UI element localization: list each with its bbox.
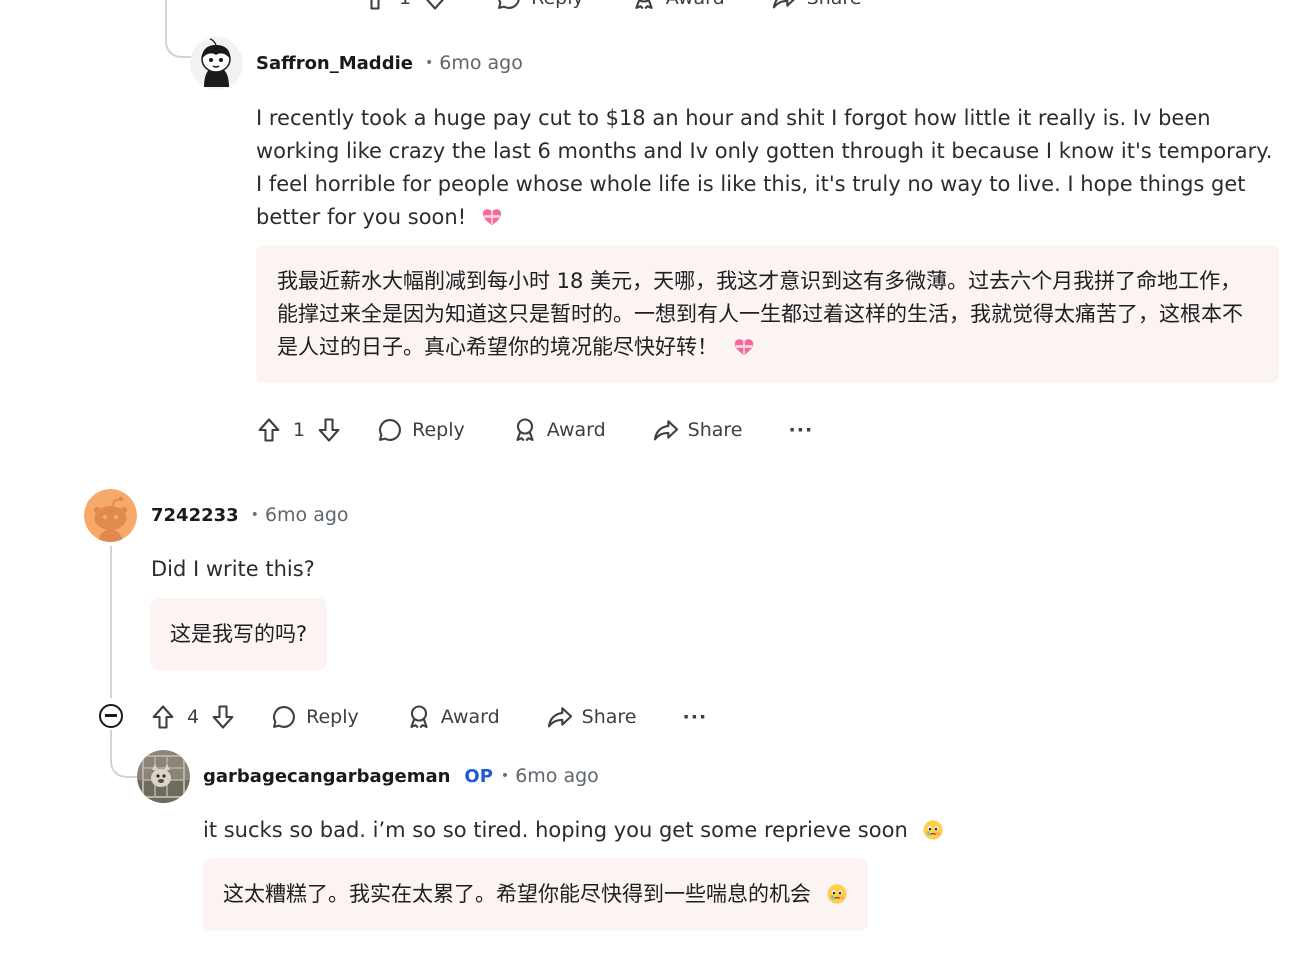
comment-meta: 7242233 • 6mo ago <box>151 504 349 526</box>
upvote-icon[interactable] <box>149 703 177 731</box>
heart-gift-emoji-icon <box>481 206 503 228</box>
comment-body: Did I write this? <box>151 553 315 586</box>
upvote-icon[interactable] <box>361 0 389 12</box>
award-icon <box>630 0 658 12</box>
award-label: Award <box>666 0 725 9</box>
username[interactable]: 7242233 <box>151 505 239 526</box>
award-icon <box>511 416 539 444</box>
comment-text: it sucks so bad. i’m so so tired. hoping… <box>203 818 908 842</box>
comment-meta: garbagecangarbageman OP • 6mo ago <box>203 765 599 787</box>
translation-text: 这太糟糕了。我实在太累了。希望你能尽快得到一些喘息的机会 <box>223 882 811 906</box>
comment-icon <box>495 0 523 12</box>
reply-label: Reply <box>306 706 359 728</box>
comment-text: I recently took a huge pay cut to $18 an… <box>256 106 1273 229</box>
comment-action-bar: 4 Reply Award Share ··· <box>149 703 707 731</box>
share-button[interactable]: Share <box>771 0 862 12</box>
heart-gift-emoji-icon <box>733 336 755 358</box>
share-button[interactable]: Share <box>652 416 743 444</box>
avatar[interactable] <box>84 489 137 542</box>
translation-text: 这是我写的吗? <box>170 622 308 646</box>
share-button[interactable]: Share <box>546 703 637 731</box>
timestamp[interactable]: 6mo ago <box>265 504 349 526</box>
more-options-button[interactable]: ··· <box>908 0 933 9</box>
thread-line-7242233 <box>110 546 112 698</box>
award-label: Award <box>440 706 500 728</box>
share-icon <box>652 416 680 444</box>
more-options-button[interactable]: ··· <box>789 419 814 441</box>
comment-icon <box>376 416 404 444</box>
vote-count: 1 <box>399 0 411 9</box>
award-button[interactable]: Award <box>405 703 500 731</box>
vote-count: 1 <box>293 419 306 441</box>
timestamp[interactable]: 6mo ago <box>439 52 523 74</box>
translation-box: 我最近薪水大幅削减到每小时 18 美元，天哪，我这才意识到这有多微薄。过去六个月… <box>256 245 1279 383</box>
comment-body: I recently took a huge pay cut to $18 an… <box>256 102 1276 234</box>
reply-button[interactable]: Reply <box>495 0 584 12</box>
reply-label: Reply <box>412 419 465 441</box>
downvote-icon[interactable] <box>209 703 237 731</box>
reply-label: Reply <box>531 0 584 9</box>
award-label: Award <box>546 419 606 441</box>
comment-action-bar: 1 Reply Award Share ··· <box>255 416 813 444</box>
username[interactable]: garbagecangarbageman <box>203 766 450 787</box>
separator-dot: • <box>424 55 434 71</box>
share-label: Share <box>687 419 743 441</box>
share-icon <box>771 0 799 12</box>
comment-meta: Saffron_Maddie • 6mo ago <box>256 52 523 74</box>
downvote-icon[interactable] <box>421 0 449 12</box>
thread-curve-top <box>165 16 191 58</box>
translation-box: 这是我写的吗? <box>150 598 328 670</box>
downvote-icon[interactable] <box>315 416 343 444</box>
thread-curve-reply <box>110 730 138 778</box>
comment-body: it sucks so bad. i’m so so tired. hoping… <box>203 814 944 847</box>
collapse-thread-button[interactable] <box>99 704 123 728</box>
partial-action-bar: 1 Reply Award Share ··· <box>361 0 932 12</box>
translation-text: 我最近薪水大幅削减到每小时 18 美元，天哪，我这才意识到这有多微薄。过去六个月… <box>277 269 1243 359</box>
reply-button[interactable]: Reply <box>376 416 465 444</box>
award-button[interactable]: Award <box>511 416 606 444</box>
upvote-icon[interactable] <box>255 416 283 444</box>
more-options-button[interactable]: ··· <box>683 706 708 728</box>
separator-dot: • <box>250 507 259 523</box>
tearful-face-emoji-icon <box>826 883 848 905</box>
separator-dot: • <box>500 768 510 784</box>
username[interactable]: Saffron_Maddie <box>256 53 413 74</box>
timestamp[interactable]: 6mo ago <box>515 765 599 787</box>
share-label: Share <box>807 0 862 9</box>
op-badge: OP <box>464 765 493 787</box>
share-label: Share <box>581 706 637 728</box>
comment-icon <box>270 703 298 731</box>
reply-button[interactable]: Reply <box>270 703 359 731</box>
award-button[interactable]: Award <box>630 0 725 12</box>
translation-box: 这太糟糕了。我实在太累了。希望你能尽快得到一些喘息的机会 <box>203 858 868 931</box>
share-icon <box>546 703 574 731</box>
avatar[interactable] <box>137 750 190 803</box>
award-icon <box>405 703 433 731</box>
avatar[interactable] <box>190 37 243 90</box>
vote-count: 4 <box>187 706 200 728</box>
comment-text: Did I write this? <box>151 557 315 581</box>
tearful-face-emoji-icon <box>922 819 944 841</box>
